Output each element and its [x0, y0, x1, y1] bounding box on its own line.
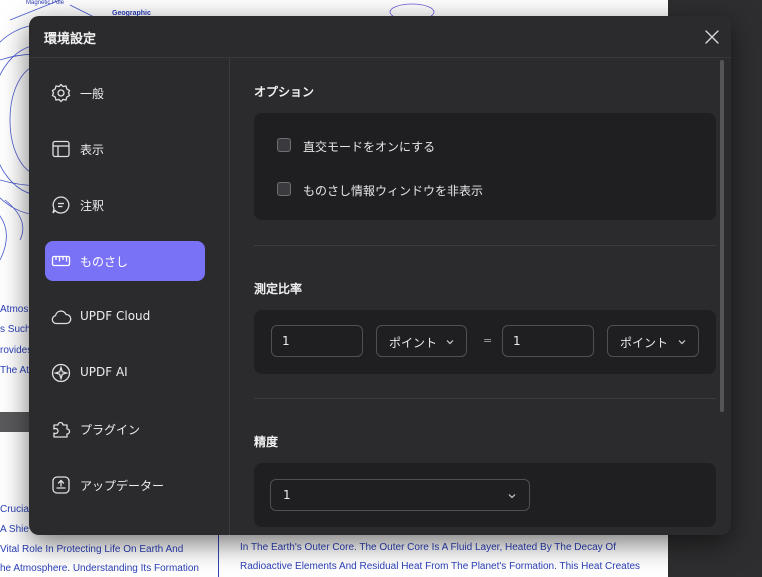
sidebar-item-label: アップデーター — [80, 479, 165, 493]
text-line: he Atmosphere. Understanding Its Formati… — [0, 563, 199, 574]
scale-right-value-input[interactable] — [502, 325, 594, 357]
scale-title: 測定比率 — [254, 282, 303, 296]
chevron-down-icon — [508, 494, 516, 499]
scale-left-value-input[interactable] — [271, 325, 363, 357]
sidebar-item-general[interactable]: 一般 — [45, 73, 205, 113]
sidebar-item-display[interactable]: 表示 — [45, 129, 205, 169]
select-value: ポイント — [620, 336, 669, 350]
sidebar-item-ruler[interactable]: ものさし — [45, 241, 205, 281]
scale-right-unit-select[interactable]: ポイント — [607, 325, 699, 357]
sidebar-item-label: UPDF AI — [80, 365, 128, 379]
equals-sign: = — [483, 334, 493, 347]
section-divider — [254, 398, 716, 399]
checkbox-label: 直交モードをオンにする — [303, 140, 436, 154]
text-line: Radioactive Elements And Residual Heat F… — [240, 561, 641, 572]
close-button[interactable] — [701, 26, 723, 48]
select-value: ポイント — [389, 336, 438, 350]
precision-card: 1 — [254, 463, 716, 527]
close-icon — [705, 30, 719, 44]
text-line: Vital Role In Protecting Life On Earth A… — [0, 544, 184, 555]
comment-icon — [52, 196, 70, 214]
checkbox-box[interactable] — [277, 138, 291, 152]
precision-select[interactable]: 1 — [270, 479, 530, 511]
options-card: 直交モードをオンにする ものさし情報ウィンドウを非表示 — [254, 113, 716, 220]
text-fragment: rovides — [0, 345, 33, 356]
chevron-down-icon — [678, 340, 686, 345]
ai-icon — [51, 363, 71, 383]
sidebar-item-updater[interactable]: アップデーター — [45, 465, 205, 505]
sidebar-item-label: 注釈 — [80, 199, 105, 213]
settings-sidebar: 一般 表示 注釈 ものさし UPDF Cloud UPDF AI プラグイン ア… — [29, 58, 229, 535]
checkbox-box[interactable] — [277, 182, 291, 196]
select-value: 1 — [283, 488, 291, 502]
gear-icon — [51, 83, 71, 103]
cloud-icon — [51, 310, 72, 325]
sidebar-item-annotation[interactable]: 注釈 — [45, 185, 205, 225]
sidebar-item-label: 一般 — [80, 87, 105, 101]
puzzle-icon — [53, 421, 71, 438]
sidebar-item-label: プラグイン — [80, 423, 141, 437]
sidebar-item-label: 表示 — [80, 143, 105, 157]
sketch-label: Magnetic Pole — [26, 0, 65, 6]
text-fragment: s Such — [0, 324, 31, 335]
dialog-title: 環境設定 — [44, 32, 97, 47]
ruler-icon — [51, 255, 71, 267]
text-line: In The Earth's Outer Core. The Outer Cor… — [240, 542, 616, 553]
text-fragment: Crucial — [0, 504, 32, 515]
update-icon — [52, 476, 70, 494]
sidebar-item-updf-cloud[interactable]: UPDF Cloud — [45, 297, 205, 337]
chevron-down-icon — [446, 340, 454, 345]
options-title: オプション — [254, 85, 315, 99]
preferences-dialog: 環境設定 一般 表示 注釈 ものさし UPDF Cloud UPDF AI プラ… — [29, 16, 731, 535]
sidebar-item-label: UPDF Cloud — [80, 309, 151, 323]
content-scrollbar[interactable] — [720, 60, 724, 412]
text-fragment: A Shie — [0, 524, 29, 535]
scale-left-unit-select[interactable]: ポイント — [376, 325, 467, 357]
layout-icon — [52, 140, 70, 158]
sidebar-item-label: ものさし — [80, 255, 129, 269]
scale-card: ポイント = ポイント — [254, 310, 716, 374]
sidebar-item-updf-ai[interactable]: UPDF AI — [45, 353, 205, 393]
sidebar-item-plugins[interactable]: プラグイン — [45, 409, 205, 449]
checkbox-label: ものさし情報ウィンドウを非表示 — [303, 184, 484, 198]
dialog-header: 環境設定 — [29, 16, 731, 57]
section-divider — [254, 245, 716, 246]
settings-content: オプション 直交モードをオンにする ものさし情報ウィンドウを非表示 測定比率 ポ… — [230, 58, 731, 535]
precision-title: 精度 — [254, 435, 279, 449]
